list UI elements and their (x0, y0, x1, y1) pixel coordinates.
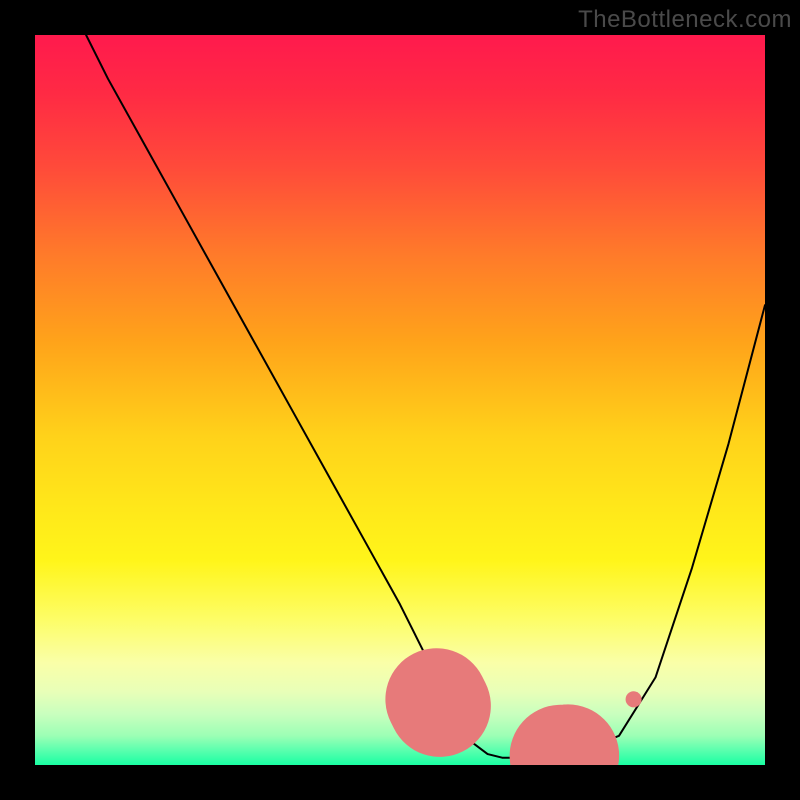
highlight-end-dot (626, 691, 642, 707)
optimal-range-highlight (437, 699, 634, 757)
curve-layer (35, 35, 765, 765)
bottleneck-curve (86, 35, 765, 758)
plot-area (35, 35, 765, 765)
chart-container: TheBottleneck.com (0, 0, 800, 800)
watermark-text: TheBottleneck.com (578, 6, 792, 34)
